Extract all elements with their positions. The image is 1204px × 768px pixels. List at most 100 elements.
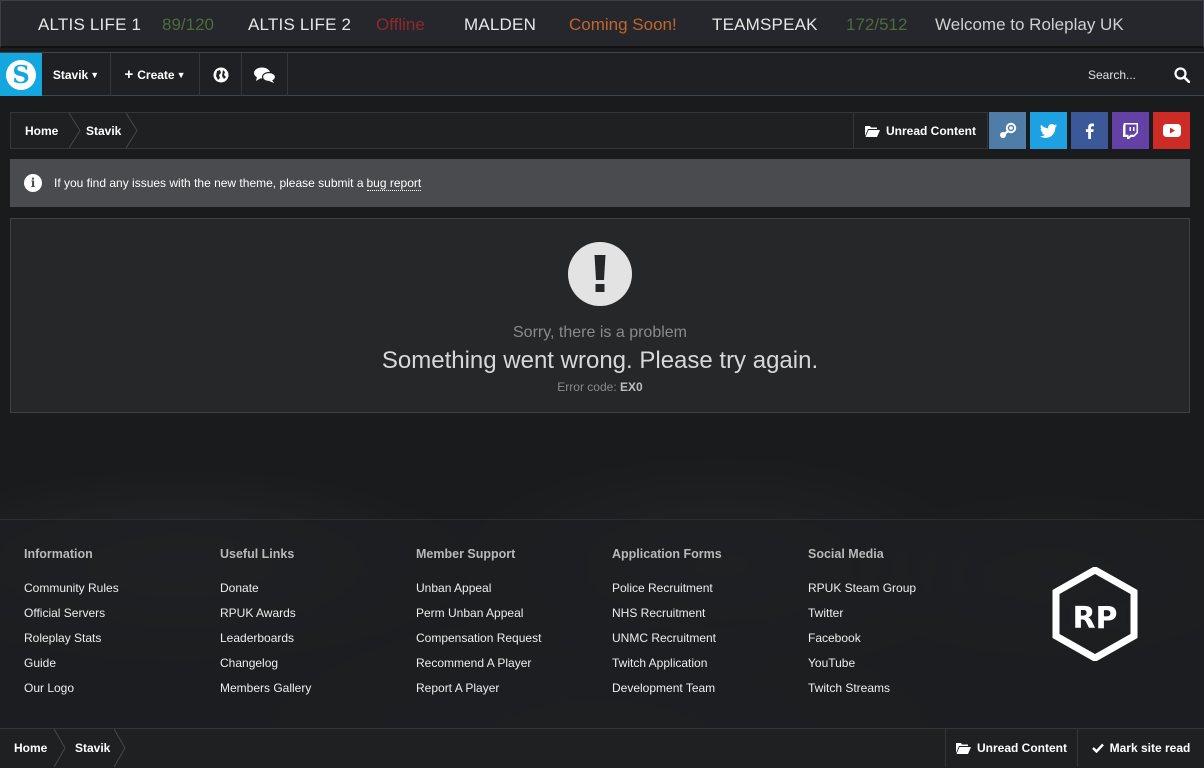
- search-box[interactable]: Search...: [904, 53, 1204, 96]
- caret-down-icon: ▼: [90, 69, 100, 80]
- server-status-altis-2: Offline: [376, 15, 425, 34]
- server-status-bar: ALTIS LIFE 1 89/120 ALTIS LIFE 2 Offline…: [0, 0, 1204, 48]
- footer-link[interactable]: Twitter: [808, 606, 916, 631]
- footer-link[interactable]: Donate: [220, 581, 311, 606]
- footer-link[interactable]: Report A Player: [416, 681, 541, 706]
- caret-down-icon: ▼: [176, 69, 186, 80]
- bottom-unread-content-button[interactable]: Unread Content: [945, 729, 1077, 767]
- footer-column-title: Useful Links: [220, 547, 295, 561]
- footer-link[interactable]: Official Servers: [24, 606, 119, 631]
- error-panel: Sorry, there is a problem Something went…: [10, 218, 1190, 413]
- welcome-text: Welcome to Roleplay UK: [935, 15, 1124, 34]
- chat-button[interactable]: [242, 53, 288, 96]
- error-code-label: Error code:: [557, 380, 617, 394]
- create-menu-label: Create: [137, 67, 175, 82]
- mark-site-read-button[interactable]: Mark site read: [1077, 729, 1204, 767]
- breadcrumb-separator: [54, 729, 66, 767]
- rp-logo-text: RP: [1072, 601, 1117, 636]
- youtube-icon: [1162, 124, 1181, 137]
- unread-content-button[interactable]: Unread Content: [853, 113, 987, 148]
- footer-column-useful-links: Useful Links Donate RPUK Awards Leaderbo…: [220, 547, 311, 706]
- user-menu-label: Stavik: [52, 67, 89, 82]
- breadcrumb-stavik[interactable]: Stavik: [75, 729, 110, 767]
- error-message: Something went wrong. Please try again.: [381, 347, 819, 374]
- footer-link[interactable]: Roleplay Stats: [24, 631, 119, 656]
- server-status-altis-1: 89/120: [162, 15, 214, 34]
- footer-link[interactable]: UNMC Recruitment: [612, 631, 722, 656]
- breadcrumb-separator: [114, 729, 126, 767]
- folder-open-icon: [956, 743, 971, 754]
- folder-open-icon: [865, 125, 880, 137]
- footer-link[interactable]: Members Gallery: [220, 681, 311, 706]
- facebook-button[interactable]: [1071, 112, 1108, 149]
- footer-link[interactable]: Facebook: [808, 631, 916, 656]
- breadcrumb-home[interactable]: Home: [25, 113, 58, 148]
- logo-s-icon: S: [6, 59, 36, 90]
- footer-column-title: Application Forms: [612, 547, 722, 561]
- theme-notice-banner: i If you find any issues with the new th…: [10, 159, 1190, 207]
- main-nav: S Stavik ▼ + Create ▼ Search...: [0, 52, 1204, 96]
- footer-column-member-support: Member Support Unban Appeal Perm Unban A…: [416, 547, 541, 706]
- breadcrumb-separator: [126, 113, 138, 148]
- search-input[interactable]: Search...: [1088, 68, 1136, 82]
- server-name-altis-1[interactable]: ALTIS LIFE 1: [38, 15, 141, 35]
- footer-column-information: Information Community Rules Official Ser…: [24, 547, 119, 706]
- steam-button[interactable]: [989, 112, 1026, 149]
- unread-content-label: Unread Content: [977, 741, 1067, 755]
- footer-link[interactable]: Twitch Application: [612, 656, 722, 681]
- breadcrumb-stavik[interactable]: Stavik: [86, 113, 121, 148]
- footer-link[interactable]: RPUK Steam Group: [808, 581, 916, 606]
- server-name-altis-2[interactable]: ALTIS LIFE 2: [248, 15, 351, 35]
- footer-link[interactable]: YouTube: [808, 656, 916, 681]
- breadcrumb-home[interactable]: Home: [14, 729, 47, 767]
- footer-column-title: Member Support: [416, 547, 516, 561]
- steam-icon: [999, 122, 1016, 138]
- plus-icon: +: [124, 66, 134, 83]
- user-menu[interactable]: Stavik ▼: [42, 53, 111, 96]
- error-subtitle: Sorry, there is a problem: [513, 324, 687, 341]
- twitch-icon: [1123, 122, 1138, 139]
- footer-link[interactable]: RPUK Awards: [220, 606, 311, 631]
- site-logo[interactable]: S: [0, 53, 42, 96]
- footer-link[interactable]: Guide: [24, 656, 119, 681]
- error-code-line: Error code: EX0: [11, 380, 1189, 394]
- bug-report-link[interactable]: bug report: [366, 176, 422, 191]
- search-icon[interactable]: [1174, 66, 1190, 83]
- footer-link[interactable]: Perm Unban Appeal: [416, 606, 541, 631]
- footer-link[interactable]: Police Recruitment: [612, 581, 722, 606]
- footer-link[interactable]: Development Team: [612, 681, 722, 706]
- footer-column-title: Social Media: [808, 547, 884, 561]
- footer-column-social-media: Social Media RPUK Steam Group Twitter Fa…: [808, 547, 916, 706]
- twitter-icon: [1040, 123, 1057, 138]
- footer-link[interactable]: Leaderboards: [220, 631, 311, 656]
- footer-link[interactable]: Compensation Request: [416, 631, 541, 656]
- server-name-malden[interactable]: MALDEN: [464, 15, 536, 35]
- mark-site-read-label: Mark site read: [1109, 741, 1191, 755]
- chat-icon: [253, 67, 276, 83]
- footer-column-title: Information: [24, 547, 93, 561]
- globe-button[interactable]: [200, 53, 242, 96]
- footer-column-application-forms: Application Forms Police Recruitment NHS…: [612, 547, 722, 706]
- footer-link[interactable]: Twitch Streams: [808, 681, 916, 706]
- youtube-button[interactable]: [1153, 112, 1190, 149]
- notice-text: If you find any issues with the new them…: [54, 176, 364, 190]
- twitter-button[interactable]: [1030, 112, 1067, 149]
- footer-link[interactable]: NHS Recruitment: [612, 606, 722, 631]
- site-footer: Information Community Rules Official Ser…: [0, 519, 1204, 728]
- unread-content-label: Unread Content: [886, 123, 976, 138]
- server-status-teamspeak: 172/512: [846, 15, 908, 34]
- footer-link[interactable]: Unban Appeal: [416, 581, 541, 606]
- footer-link[interactable]: Community Rules: [24, 581, 119, 606]
- breadcrumb: Home Stavik Unread Content: [10, 112, 988, 149]
- facebook-icon: [1085, 123, 1094, 139]
- footer-link[interactable]: Our Logo: [24, 681, 119, 706]
- footer-link[interactable]: Changelog: [220, 656, 311, 681]
- create-menu[interactable]: + Create ▼: [111, 53, 200, 96]
- info-icon: i: [24, 174, 42, 192]
- bottom-breadcrumb: Home Stavik Unread Content Mark site rea…: [0, 728, 1204, 768]
- twitch-button[interactable]: [1112, 112, 1149, 149]
- server-name-teamspeak[interactable]: TEAMSPEAK: [712, 15, 818, 35]
- exclamation-icon: [568, 242, 632, 306]
- footer-link[interactable]: Recommend A Player: [416, 656, 541, 681]
- server-status-malden: Coming Soon!: [569, 15, 677, 34]
